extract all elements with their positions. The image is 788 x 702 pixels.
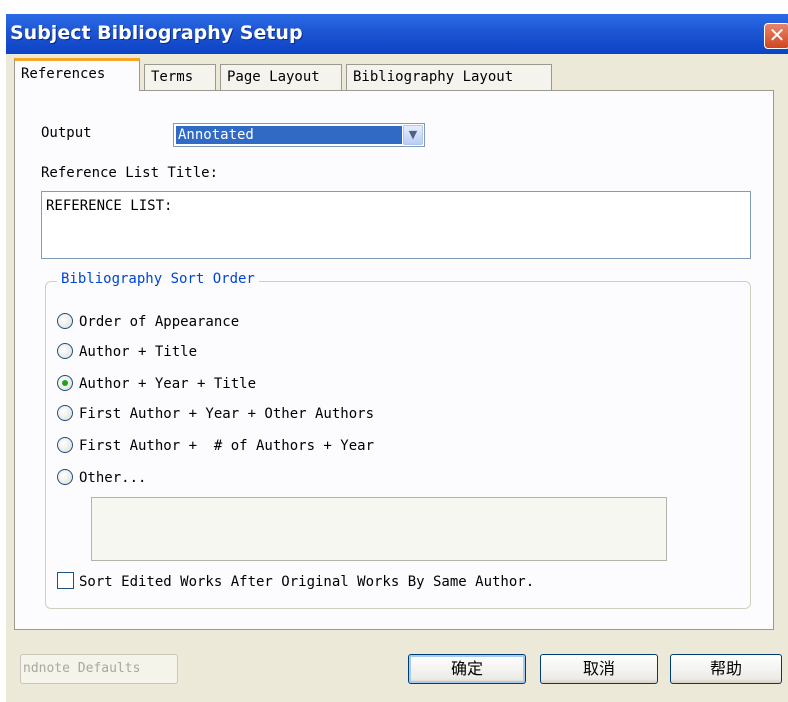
checkbox-box (57, 572, 74, 589)
tab-label: Bibliography Layout (353, 69, 514, 85)
radio-label: Order of Appearance (79, 314, 240, 330)
tab-page-layout[interactable]: Page Layout (220, 64, 342, 90)
chevron-down-icon[interactable]: ▼ (403, 125, 423, 145)
close-button[interactable]: ✕ (764, 23, 788, 49)
other-sort-field[interactable] (91, 497, 667, 561)
radio-label: First Author + # of Authors + Year (79, 438, 375, 454)
radio-circle (57, 469, 73, 485)
reference-list-title-field[interactable]: REFERENCE LIST: (41, 191, 751, 259)
radio-label: First Author + Year + Other Authors (79, 406, 375, 422)
radio-circle (57, 437, 73, 453)
help-button[interactable]: 帮助 (670, 654, 782, 684)
tab-terms[interactable]: Terms (144, 64, 216, 90)
title-bar[interactable]: Subject Bibliography Setup ✕ (6, 14, 788, 54)
radio-circle (57, 375, 73, 391)
tab-label: Terms (151, 69, 194, 85)
radio-circle (57, 313, 73, 329)
window-title: Subject Bibliography Setup (10, 22, 303, 44)
sort-order-group-title: Bibliography Sort Order (57, 271, 259, 287)
references-panel: Output Annotated ▼ Reference List Title:… (14, 90, 774, 630)
ok-button[interactable]: 确定 (408, 654, 526, 684)
tab-references[interactable]: References (14, 58, 140, 91)
radio-selected-dot (62, 380, 68, 386)
radio-circle (57, 343, 73, 359)
endnote-defaults-button[interactable]: ndnote Defaults (20, 654, 178, 684)
radio-circle (57, 405, 73, 421)
radio-label: Author + Title (79, 344, 198, 360)
output-label: Output (41, 125, 92, 141)
close-icon: ✕ (768, 23, 786, 47)
radio-label: Author + Year + Title (79, 376, 257, 392)
output-select[interactable]: Annotated ▼ (173, 123, 425, 147)
tab-bibliography-layout[interactable]: Bibliography Layout (346, 64, 552, 90)
reference-list-title-value: REFERENCE LIST: (46, 198, 173, 214)
output-selected-value: Annotated (176, 126, 402, 144)
tab-label: Page Layout (227, 69, 320, 85)
checkbox-label: Sort Edited Works After Original Works B… (79, 574, 535, 590)
tab-label: References (21, 66, 106, 82)
cancel-button[interactable]: 取消 (540, 654, 658, 684)
radio-label: Other... (79, 470, 147, 486)
reference-list-title-label: Reference List Title: (41, 165, 219, 181)
